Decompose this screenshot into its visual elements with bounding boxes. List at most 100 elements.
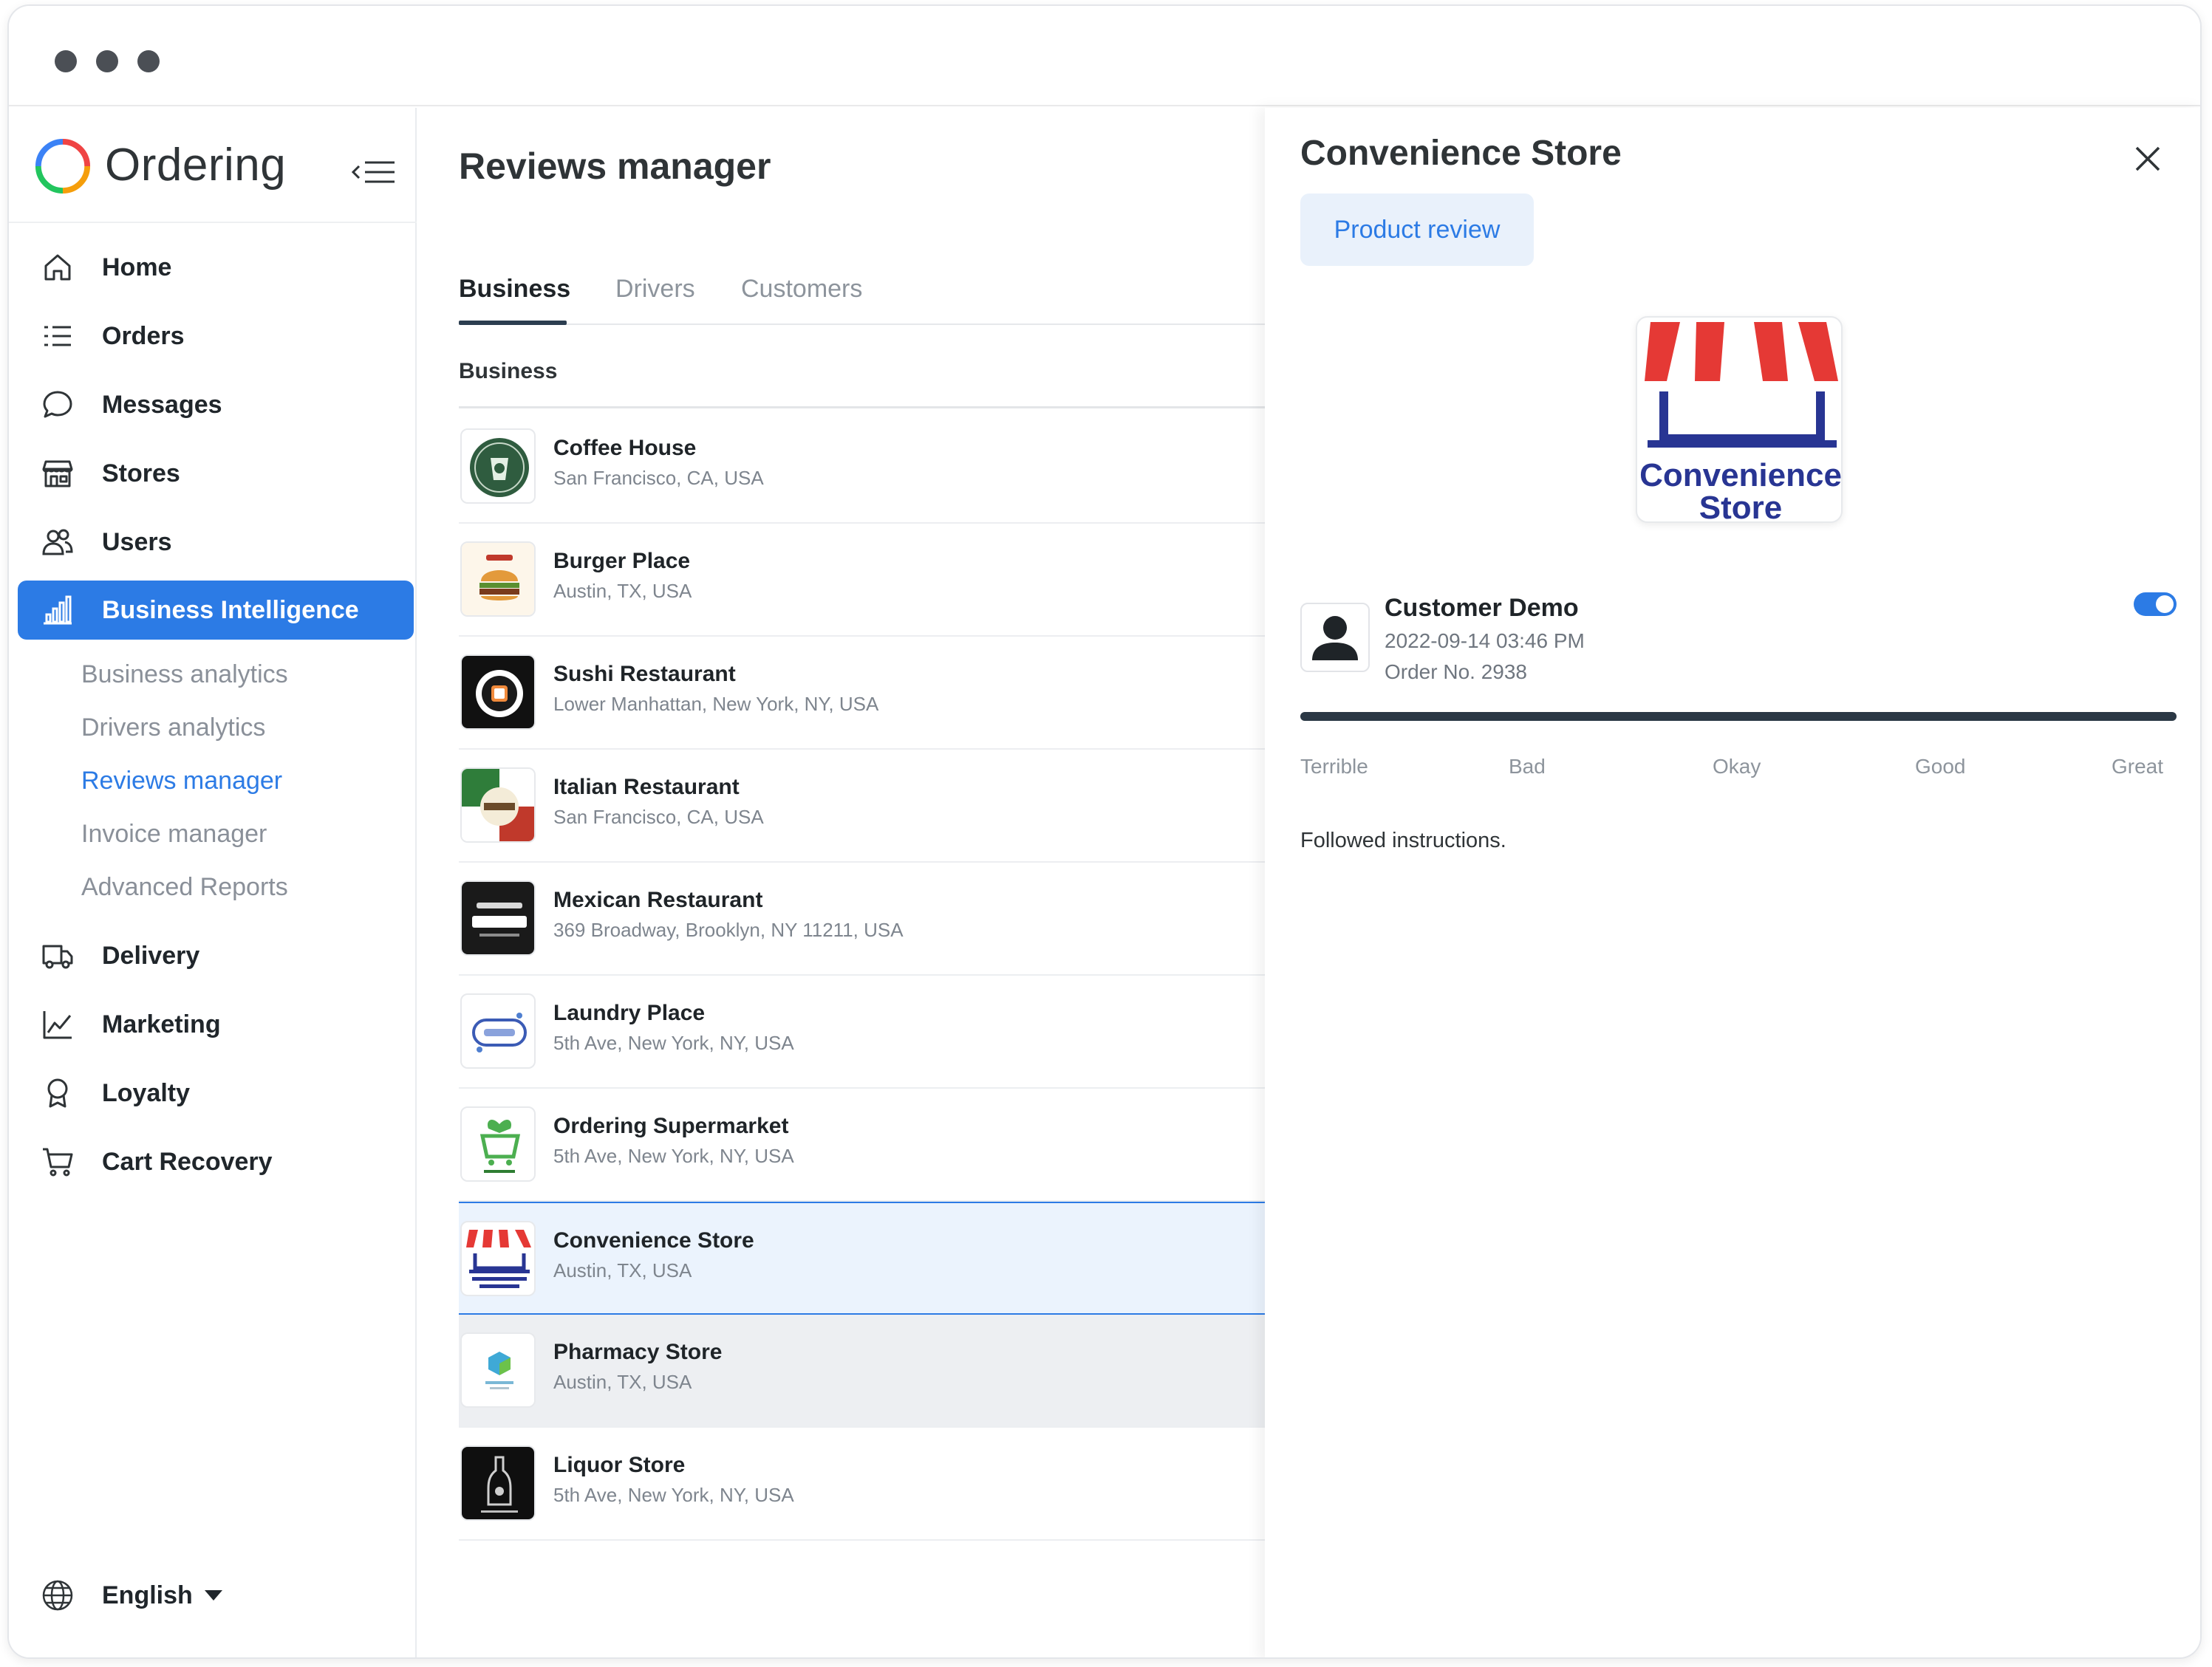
subnav-advanced-reports[interactable]: Advanced Reports	[81, 873, 288, 902]
subnav-invoice-manager[interactable]: Invoice manager	[81, 820, 267, 849]
review-visibility-toggle[interactable]	[2134, 592, 2177, 616]
tab-business[interactable]: Business	[459, 275, 570, 304]
logo-line-1: Convenience	[1639, 457, 1842, 493]
business-address: Austin, TX, USA	[553, 580, 692, 602]
business-row[interactable]: Laundry Place 5th Ave, New York, NY, USA	[459, 976, 1265, 1089]
globe-icon	[40, 1578, 75, 1613]
review-detail-panel: Convenience Store Product review Conveni…	[1265, 108, 2200, 1657]
business-row[interactable]: Italian Restaurant San Francisco, CA, US…	[459, 750, 1265, 863]
business-row[interactable]: Liquor Store 5th Ave, New York, NY, USA	[459, 1428, 1265, 1541]
business-logo	[460, 993, 536, 1069]
business-row[interactable]: Burger Place Austin, TX, USA	[459, 524, 1265, 637]
app-window: Ordering Home Orders Messages Stores Use…	[7, 4, 2202, 1659]
business-name: Sushi Restaurant	[553, 662, 736, 686]
business-logo	[460, 767, 536, 843]
nav-label: Loyalty	[102, 1078, 191, 1107]
nav-label: Cart Recovery	[102, 1147, 273, 1176]
window-titlebar	[9, 6, 2200, 106]
bar-chart-icon	[40, 592, 75, 628]
business-logo	[460, 541, 536, 617]
truck-icon	[40, 938, 75, 973]
nav-users[interactable]: Users	[30, 513, 414, 572]
rating-bar	[1300, 712, 2177, 721]
business-logo	[460, 654, 536, 730]
business-logo	[460, 880, 536, 956]
nav-loyalty[interactable]: Loyalty	[30, 1064, 414, 1123]
window-minimize-dot[interactable]	[96, 50, 118, 72]
window-close-dot[interactable]	[55, 50, 77, 72]
nav-label: Users	[102, 527, 172, 556]
caret-down-icon	[204, 1590, 222, 1601]
language-label: English	[102, 1581, 193, 1609]
collapse-sidebar-icon[interactable]	[349, 154, 397, 191]
nav-marketing[interactable]: Marketing	[30, 995, 414, 1054]
nav-label: Orders	[102, 321, 185, 350]
list-icon	[40, 318, 75, 354]
nav-business-intelligence[interactable]: Business Intelligence	[18, 581, 414, 640]
nav-cart-recovery[interactable]: Cart Recovery	[30, 1132, 414, 1191]
line-chart-icon	[40, 1007, 75, 1042]
nav-messages[interactable]: Messages	[30, 375, 414, 434]
product-review-button[interactable]: Product review	[1300, 194, 1534, 266]
business-row[interactable]: Convenience Store Austin, TX, USA	[459, 1202, 1265, 1315]
subnav-reviews-manager[interactable]: Reviews manager	[81, 767, 282, 795]
business-row[interactable]: Mexican Restaurant 369 Broadway, Brookly…	[459, 863, 1265, 976]
logo-line-2: Store	[1699, 490, 1782, 523]
review-date: 2022-09-14 03:46 PM	[1385, 629, 1585, 652]
brand[interactable]: Ordering	[31, 123, 400, 196]
chat-bubble-icon	[40, 387, 75, 422]
business-name: Convenience Store	[553, 1228, 754, 1253]
tab-drivers[interactable]: Drivers	[615, 275, 695, 304]
business-name: Liquor Store	[553, 1453, 686, 1477]
nav-label: Messages	[102, 390, 222, 419]
customer-avatar	[1300, 603, 1370, 672]
business-row[interactable]: Ordering Supermarket 5th Ave, New York, …	[459, 1089, 1265, 1202]
header-divider	[459, 406, 1265, 408]
nav-orders[interactable]: Orders	[30, 307, 414, 366]
business-address: 5th Ave, New York, NY, USA	[553, 1484, 794, 1506]
window-maximize-dot[interactable]	[137, 50, 160, 72]
business-name: Pharmacy Store	[553, 1340, 723, 1364]
business-name: Italian Restaurant	[553, 775, 740, 799]
rating-label-great: Great	[2112, 755, 2164, 778]
page-title: Reviews manager	[459, 146, 771, 187]
subnav-business-analytics[interactable]: Business analytics	[81, 660, 288, 689]
person-icon	[1312, 616, 1358, 660]
subnav-drivers-analytics[interactable]: Drivers analytics	[81, 713, 265, 742]
column-header-business: Business	[459, 359, 558, 383]
review-comment: Followed instructions.	[1300, 829, 1506, 852]
nav-delivery[interactable]: Delivery	[30, 926, 414, 985]
brand-divider	[9, 222, 417, 223]
nav-label: Delivery	[102, 941, 200, 970]
business-row[interactable]: Pharmacy Store Austin, TX, USA	[459, 1315, 1265, 1428]
ordering-logo-icon	[35, 138, 91, 194]
storefront-icon	[40, 456, 75, 491]
rating-bar-fill	[1300, 712, 2177, 721]
nav-home[interactable]: Home	[30, 238, 414, 297]
business-row[interactable]: Sushi Restaurant Lower Manhattan, New Yo…	[459, 637, 1265, 750]
business-name: Laundry Place	[553, 1001, 706, 1025]
tab-customers[interactable]: Customers	[741, 275, 862, 304]
panel-title: Convenience Store	[1300, 134, 1622, 173]
cart-icon	[40, 1144, 75, 1180]
business-logo	[460, 428, 536, 504]
language-selector[interactable]: English	[30, 1578, 222, 1613]
business-name: Mexican Restaurant	[553, 888, 763, 912]
nav-label: Stores	[102, 459, 180, 487]
business-logo	[460, 1106, 536, 1182]
close-icon[interactable]	[2128, 139, 2168, 179]
business-address: 369 Broadway, Brooklyn, NY 11211, USA	[553, 919, 904, 941]
award-icon	[40, 1075, 75, 1111]
toggle-knob	[2156, 595, 2174, 613]
business-logo	[460, 1221, 536, 1296]
nav-stores[interactable]: Stores	[30, 444, 414, 503]
business-logo	[460, 1332, 536, 1408]
users-icon	[40, 524, 75, 560]
business-address: 5th Ave, New York, NY, USA	[553, 1145, 794, 1167]
tab-bar: Business Drivers Customers	[459, 263, 1265, 325]
business-logo	[460, 1445, 536, 1521]
rating-label-terrible: Terrible	[1300, 755, 1368, 778]
business-name: Burger Place	[553, 549, 691, 573]
business-row[interactable]: Coffee House San Francisco, CA, USA	[459, 411, 1265, 524]
brand-name: Ordering	[105, 140, 287, 191]
